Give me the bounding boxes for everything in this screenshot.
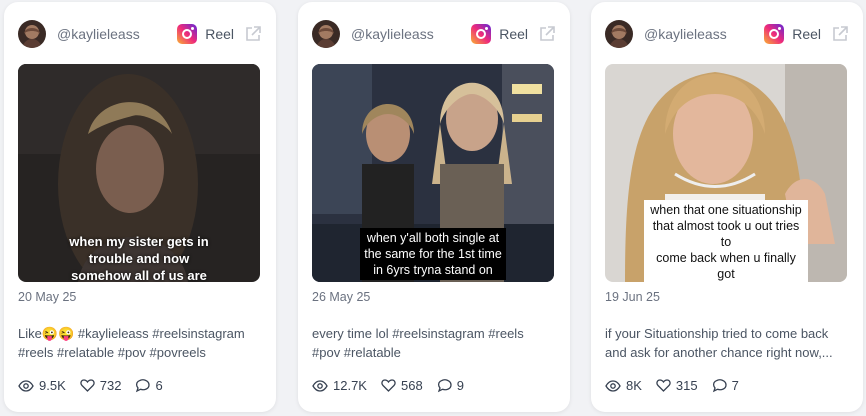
username[interactable]: @kaylieleass [57,26,177,42]
views-stat: 12.7K [312,378,367,393]
post-type-label: Reel [205,26,234,42]
caption-overlay: when that one situationship that almost … [644,200,808,282]
post-type-label: Reel [499,26,528,42]
views-stat: 8K [605,378,642,393]
likes-stat: 315 [656,378,698,393]
avatar[interactable] [312,20,340,48]
views-stat: 9.5K [18,378,66,393]
external-link-icon[interactable] [538,25,556,43]
caption-overlay: when y'all both single at the same for t… [360,228,506,280]
comments-count: 6 [155,378,163,393]
caption-overlay: when my sister gets in trouble and now s… [69,234,209,282]
likes-count: 315 [675,378,698,393]
comments-count: 9 [456,378,464,393]
comments-stat: 7 [712,378,739,393]
comments-count: 7 [731,378,739,393]
post-card[interactable]: @kaylieleass Reel when that one situatio… [591,2,863,412]
comment-icon [136,378,151,392]
eye-icon [312,379,328,392]
comment-icon [712,378,727,392]
post-header: @kaylieleass Reel [605,18,849,50]
post-header: @kaylieleass Reel [18,18,262,50]
post-description: Like😜😜 #kaylieleass #reelsinstagram #ree… [18,326,245,360]
reels-grid: @kaylieleass Reel when my sister gets in… [0,0,866,416]
reel-thumbnail[interactable]: when my sister gets in trouble and now s… [18,64,260,282]
post-stats: 9.5K 732 6 [18,378,177,393]
instagram-icon [471,24,492,44]
post-description: every time lol #reelsinstagram #reels #p… [312,326,524,360]
views-count: 9.5K [39,378,66,393]
comments-stat: 6 [135,378,163,393]
avatar[interactable] [605,20,633,48]
heart-icon [656,379,671,392]
instagram-icon [764,24,785,44]
avatar[interactable] [18,20,46,48]
post-stats: 8K 315 7 [605,378,753,393]
views-count: 8K [626,378,642,393]
post-type-label: Reel [792,26,821,42]
username[interactable]: @kaylieleass [644,26,764,42]
post-date: 26 May 25 [312,290,371,304]
eye-icon [605,379,621,392]
post-card[interactable]: @kaylieleass Reel when y'all both single… [298,2,570,412]
post-header: @kaylieleass Reel [312,18,556,50]
comment-icon [437,378,452,392]
post-date: 20 May 25 [18,290,77,304]
post-stats: 12.7K 568 9 [312,378,478,393]
reel-thumbnail[interactable]: when that one situationship that almost … [605,64,847,282]
likes-stat: 568 [381,378,423,393]
likes-count: 732 [99,378,122,393]
comments-stat: 9 [437,378,464,393]
eye-icon [18,379,34,392]
username[interactable]: @kaylieleass [351,26,471,42]
likes-count: 568 [400,378,423,393]
post-date: 19 Jun 25 [605,290,660,304]
external-link-icon[interactable] [831,25,849,43]
instagram-icon [177,24,198,44]
post-card[interactable]: @kaylieleass Reel when my sister gets in… [4,2,276,412]
heart-icon [80,379,95,392]
post-description: if your Situationship tried to come back… [605,326,833,360]
views-count: 12.7K [333,378,367,393]
reel-thumbnail[interactable]: when y'all both single at the same for t… [312,64,554,282]
heart-icon [381,379,396,392]
likes-stat: 732 [80,378,122,393]
external-link-icon[interactable] [244,25,262,43]
